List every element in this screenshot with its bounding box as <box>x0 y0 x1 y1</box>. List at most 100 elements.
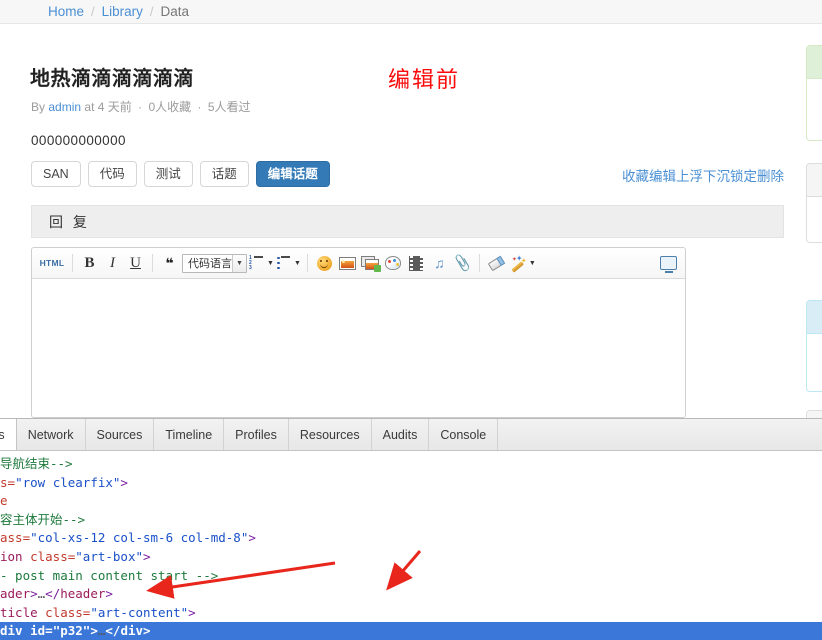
tab-profiles[interactable]: Profiles <box>224 419 289 450</box>
monitor-icon <box>660 256 677 273</box>
dom-tree[interactable]: 导航结束--> s="row clearfix"> e 容主体开始--> ass="co… <box>0 451 822 640</box>
breadcrumb-separator: / <box>91 4 95 19</box>
image-button[interactable] <box>337 253 358 274</box>
film-icon <box>409 255 424 271</box>
magic-wand-button[interactable]: ✦ ✦ ✦ ▼ <box>509 254 536 272</box>
dom-node-row[interactable]: - post main content start --> <box>0 567 822 586</box>
code-token: ion <box>0 548 31 564</box>
code-token: > <box>143 548 151 564</box>
tab-resources[interactable]: Resources <box>289 419 372 450</box>
code-token: "row clearfix" <box>15 474 121 490</box>
editor-content-area[interactable] <box>32 279 685 417</box>
code-token: e <box>0 493 8 509</box>
code-token: > <box>90 623 98 639</box>
action-lock[interactable]: 锁定 <box>730 169 757 184</box>
magic-wand-icon: ✦ ✦ ✦ <box>509 254 527 272</box>
action-favorite[interactable]: 收藏 <box>622 169 649 184</box>
rich-text-editor[interactable]: HTML B I U ❝ 代码语言 ▼ 123 ▼ ▼ ♫ 📎 ✦ ✦ ✦ ▼ <box>31 247 686 418</box>
breadcrumb-item-data: Data <box>160 4 190 19</box>
meta-dot: · <box>197 100 202 114</box>
italic-button[interactable]: I <box>102 253 123 274</box>
blockquote-icon[interactable]: ❝ <box>159 253 180 274</box>
code-token: - post main content start --> <box>0 567 219 583</box>
dom-node-row[interactable]: ader>…</header> <box>0 585 822 604</box>
palette-button[interactable] <box>383 253 404 274</box>
breadcrumb: Home / Library / Data <box>0 0 822 24</box>
chevron-down-icon: ▼ <box>293 259 301 267</box>
code-token: > <box>143 623 151 639</box>
page-title: 地热滴滴滴滴滴滴 <box>30 68 194 90</box>
action-edit[interactable]: 编辑 <box>649 169 676 184</box>
tab-console[interactable]: Console <box>429 419 499 450</box>
editor-toolbar: HTML B I U ❝ 代码语言 ▼ 123 ▼ ▼ ♫ 📎 ✦ ✦ ✦ ▼ <box>32 248 685 279</box>
paperclip-icon: 📎 <box>452 253 473 273</box>
tag-topic[interactable]: 话题 <box>199 161 249 187</box>
action-delete[interactable]: 删除 <box>757 169 784 184</box>
sidebar-panel-bottom <box>806 410 822 418</box>
code-token: "art-box" <box>75 548 143 564</box>
panel-header <box>807 301 822 334</box>
unordered-list-icon <box>276 256 291 270</box>
tag-list: SAN 代码 测试 话题 编辑话题 <box>31 161 330 187</box>
dom-node-row[interactable]: s="row clearfix"> <box>0 474 822 493</box>
emoji-button[interactable] <box>314 253 335 274</box>
toolbar-divider <box>152 254 153 272</box>
tag-test[interactable]: 测试 <box>143 161 193 187</box>
multi-image-button[interactable] <box>360 253 381 274</box>
code-token: ticle <box>0 604 46 620</box>
unordered-list-button[interactable]: ▼ <box>276 256 301 270</box>
html-source-button[interactable]: HTML <box>38 253 66 274</box>
breadcrumb-item-library[interactable]: Library <box>102 4 143 19</box>
reply-section-header: 回 复 <box>31 205 784 238</box>
ordered-list-button[interactable]: 123 ▼ <box>249 256 274 271</box>
bold-button[interactable]: B <box>79 253 100 274</box>
toolbar-divider <box>306 254 308 272</box>
code-language-select[interactable]: 代码语言 ▼ <box>182 253 247 273</box>
video-button[interactable] <box>406 253 427 274</box>
dom-node-row[interactable]: 容主体开始--> <box>0 511 822 530</box>
action-sink-down[interactable]: 下沉 <box>703 169 730 184</box>
dom-node-row[interactable]: 导航结束--> <box>0 455 822 474</box>
code-token: class= <box>30 548 76 564</box>
toolbar-divider <box>72 254 73 272</box>
eraser-button[interactable] <box>486 253 507 274</box>
tag-edit-topic[interactable]: 编辑话题 <box>255 161 330 187</box>
code-token: 导航结束--> <box>0 456 73 471</box>
music-button[interactable]: ♫ <box>429 253 450 274</box>
dom-node-row[interactable]: ticle class="art-content"> <box>0 604 822 623</box>
code-token: > <box>30 586 38 602</box>
meta-views: 5人看过 <box>207 100 251 114</box>
panel-header <box>807 46 822 79</box>
underline-button[interactable]: U <box>125 253 146 274</box>
meta-author-link[interactable]: admin <box>48 100 81 114</box>
tab-elements[interactable]: nts <box>0 419 17 450</box>
dom-node-row[interactable]: e <box>0 492 822 511</box>
code-token: "col-xs-12 col-sm-6 col-md-8" <box>30 530 249 546</box>
toolbar-divider <box>478 254 480 272</box>
meta-time: 4 天前 <box>97 100 132 114</box>
tab-audits[interactable]: Audits <box>372 419 430 450</box>
multi-image-icon <box>360 255 381 272</box>
tab-network[interactable]: Network <box>17 419 86 450</box>
fullscreen-button[interactable] <box>658 253 679 274</box>
panel-header <box>807 411 822 418</box>
devtools-panel: nts Network Sources Timeline Profiles Re… <box>0 418 822 640</box>
tab-timeline[interactable]: Timeline <box>154 419 225 450</box>
tag-code[interactable]: 代码 <box>87 161 137 187</box>
action-float-up[interactable]: 上浮 <box>676 169 703 184</box>
ordered-list-icon: 123 <box>249 256 264 271</box>
dom-node-row-selected[interactable]: div id="p32">…</div> <box>0 622 822 640</box>
attachment-button[interactable]: 📎 <box>452 253 473 274</box>
breadcrumb-item-home[interactable]: Home <box>48 4 84 19</box>
sidebar-panel-blue <box>806 300 822 392</box>
code-language-value: 代码语言 <box>188 258 232 270</box>
article-meta: By admin at 4 天前 · 0人收藏 · 5人看过 <box>31 98 251 115</box>
code-token: "art-content" <box>90 604 189 620</box>
dom-node-row[interactable]: ion class="art-box"> <box>0 548 822 567</box>
tag-san[interactable]: SAN <box>31 161 81 187</box>
article-body: 000000000000 <box>31 133 126 148</box>
code-token: ader <box>0 586 31 602</box>
dom-node-row[interactable]: ass="col-xs-12 col-sm-6 col-md-8"> <box>0 529 822 548</box>
tab-sources[interactable]: Sources <box>86 419 155 450</box>
eraser-icon <box>487 255 506 271</box>
